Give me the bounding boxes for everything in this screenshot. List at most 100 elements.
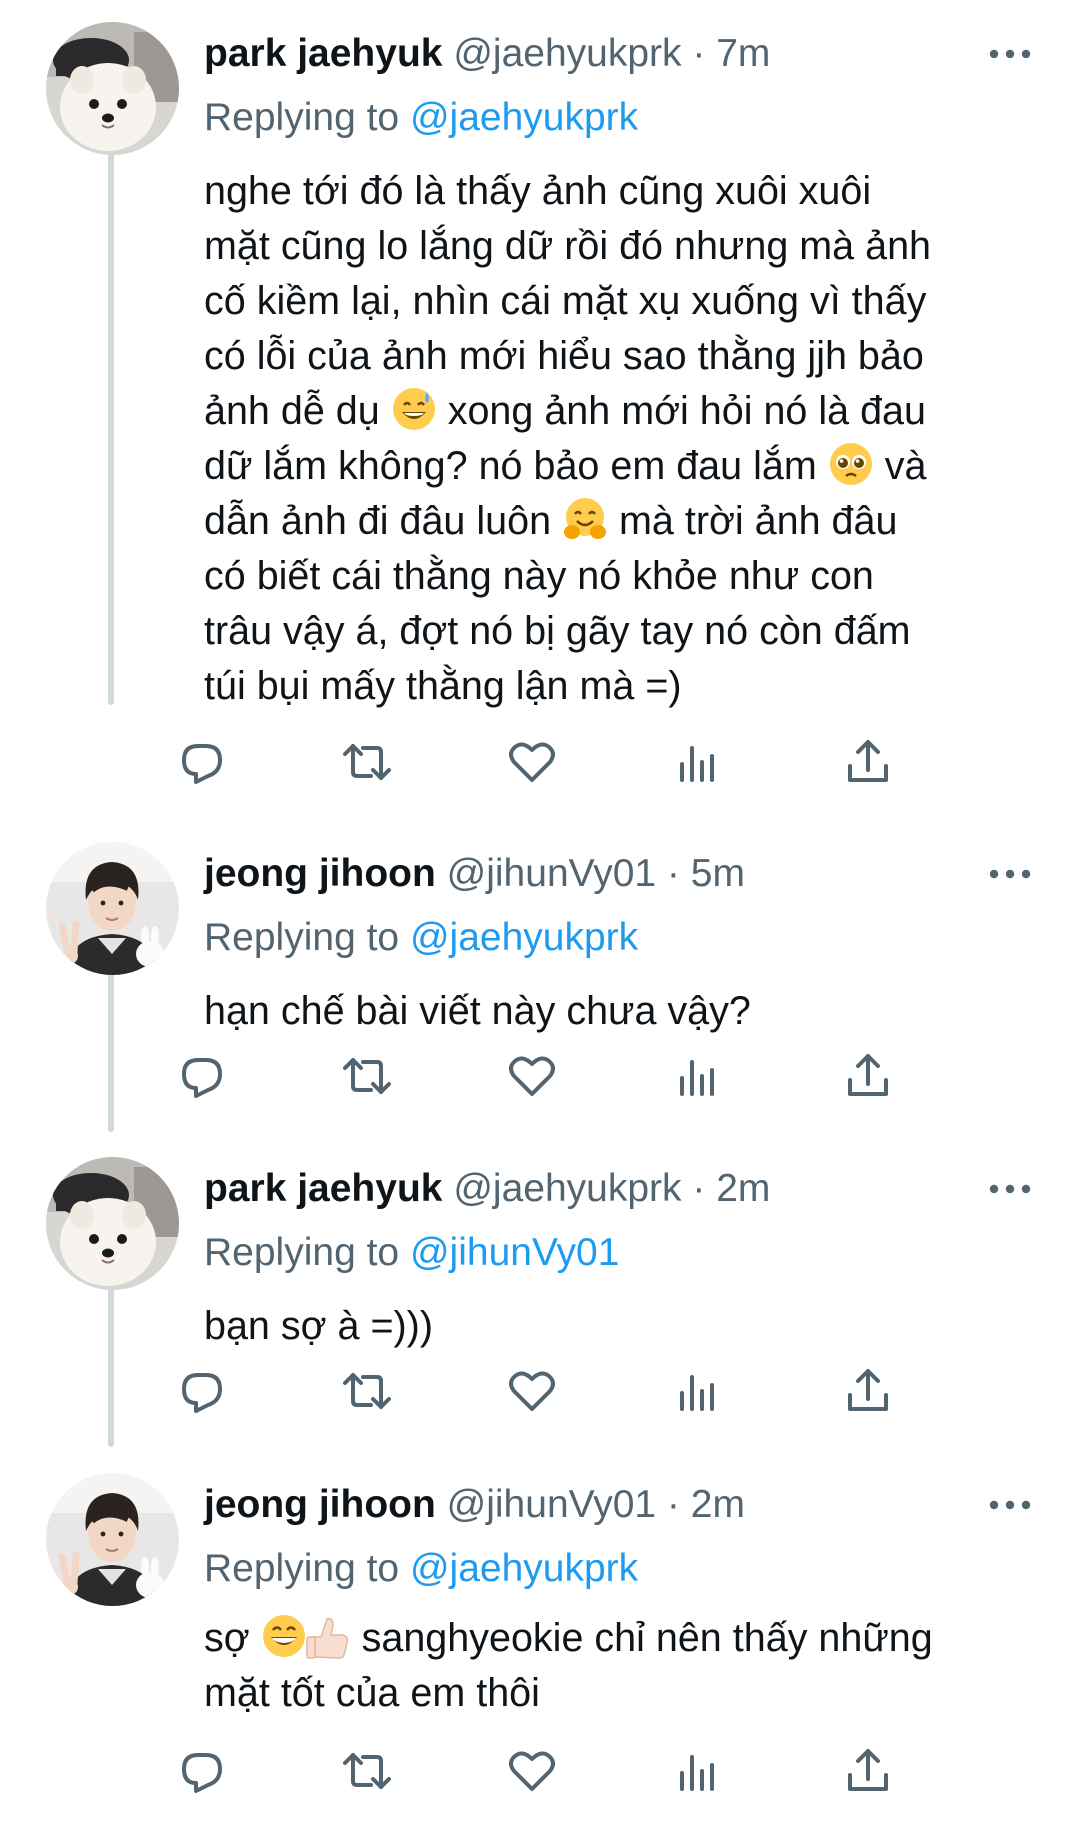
tweet-text-line: sợ sanghyeokie chỉ nên thấy những [204,1611,1064,1666]
avatar-pomeranian[interactable] [46,22,179,155]
replying-to-label: Replying to [204,96,400,139]
retweet-icon[interactable] [339,1048,395,1104]
timestamp[interactable]: 2m [691,1483,745,1526]
tweet-text-line: có lỗi của ảnh mới hiểu sao thằng jjh bả… [204,334,924,378]
like-icon[interactable] [504,1743,560,1799]
avatar-pomeranian[interactable] [46,1157,179,1290]
tweet-text-line: có biết cái thằng này nó khỏe như con [204,554,874,598]
more-options-icon[interactable] [985,1177,1035,1201]
separator-dot: · [692,32,706,75]
share-icon[interactable] [840,1048,896,1104]
reply-icon[interactable] [174,1363,230,1419]
replying-to: Replying to @jaehyukprk [204,90,638,146]
text-segment: ảnh dễ dụ [204,389,380,433]
replying-to-mention[interactable]: @jaehyukprk [410,96,638,139]
timestamp[interactable]: 5m [691,852,745,895]
text-segment: dữ lắm không? nó bảo em đau lắm [204,444,817,488]
tweet-header: park jaehyuk @jaehyukprk · 7m [204,26,1004,82]
replying-to-label: Replying to [204,1231,400,1274]
tweet-text-line: mặt tốt của em thôi [204,1671,540,1715]
tweet-text: sợ sanghyeokie chỉ nên thấy những mặt tố… [204,1611,1064,1721]
replying-to-mention[interactable]: @jaehyukprk [410,916,638,959]
tweet-header: jeong jihoon @jihunVy01 · 5m [204,846,1004,902]
reply-icon[interactable] [174,1743,230,1799]
replying-to: Replying to @jaehyukprk [204,910,638,966]
tweet-header: jeong jihoon @jihunVy01 · 2m [204,1477,1004,1533]
text-segment: mà trời ảnh đâu [619,499,898,543]
retweet-icon[interactable] [339,734,395,790]
like-icon[interactable] [504,734,560,790]
timestamp[interactable]: 2m [716,1167,770,1210]
author-name[interactable]: jeong jihoon [204,1483,436,1526]
tweet-text-line: túi bụi mấy thằng lận mà =) [204,664,682,708]
replying-to-mention[interactable]: @jihunVy01 [410,1231,619,1274]
views-icon[interactable] [670,1743,726,1799]
tweet-header: park jaehyuk @jaehyukprk · 2m [204,1161,1004,1217]
tweet-text-line: nghe tới đó là thấy ảnh cũng xuôi xuôi [204,169,872,213]
grinning-thumbs-up-emoji [261,1613,351,1659]
tweet-text-line: dữ lắm không? nó bảo em đau lắm và [204,439,1064,494]
separator-dot: · [692,1167,706,1210]
text-segment: và [884,444,927,488]
author-name[interactable]: jeong jihoon [204,852,436,895]
retweet-icon[interactable] [339,1743,395,1799]
separator-dot: · [666,852,680,895]
tweet-text-line: bạn sợ à =))) [204,1304,433,1348]
tweet-text-line: ảnh dễ dụ xong ảnh mới hỏi nó là đau [204,384,1064,439]
text-segment: xong ảnh mới hỏi nó là đau [447,389,926,433]
avatar-person[interactable] [46,842,179,975]
tweet-4[interactable]: jeong jihoon @jihunVy01 · 2m Replying to… [0,1451,1079,1822]
author-handle[interactable]: @jihunVy01 [447,852,656,895]
tweet-actions [182,1363,1064,1419]
author-handle[interactable]: @jaehyukprk [453,1167,681,1210]
timestamp[interactable]: 7m [716,32,770,75]
avatar-person[interactable] [46,1473,179,1606]
replying-to: Replying to @jaehyukprk [204,1541,638,1597]
tweet-text: hạn chế bài viết này chưa vậy? [204,984,1064,1039]
text-segment: sợ [204,1616,250,1660]
thread-line [108,1287,114,1447]
share-icon[interactable] [840,1743,896,1799]
replying-to-label: Replying to [204,916,400,959]
tweet-text: nghe tới đó là thấy ảnh cũng xuôi xuôi m… [204,164,1064,714]
tweet-text-line: hạn chế bài viết này chưa vậy? [204,989,751,1033]
views-icon[interactable] [670,1363,726,1419]
tweet-2[interactable]: jeong jihoon @jihunVy01 · 5m Replying to… [0,820,1079,1132]
like-icon[interactable] [504,1363,560,1419]
reply-icon[interactable] [174,1048,230,1104]
tweet-3[interactable]: park jaehyuk @jaehyukprk · 2m Replying t… [0,1135,1079,1447]
author-name[interactable]: park jaehyuk [204,32,442,75]
author-name[interactable]: park jaehyuk [204,1167,442,1210]
more-options-icon[interactable] [985,1493,1035,1517]
author-handle[interactable]: @jaehyukprk [453,32,681,75]
replying-to: Replying to @jihunVy01 [204,1225,619,1281]
replying-to-label: Replying to [204,1547,400,1590]
views-icon[interactable] [670,734,726,790]
tweet-1[interactable]: park jaehyuk @jaehyukprk · 7m Replying t… [0,0,1079,784]
share-icon[interactable] [840,1363,896,1419]
tweet-text-line: cố kiềm lại, nhìn cái mặt xụ xuống vì th… [204,279,927,323]
separator-dot: · [666,1483,680,1526]
replying-to-mention[interactable]: @jaehyukprk [410,1547,638,1590]
tweet-actions [182,1048,1064,1104]
tweet-text-line: dẫn ảnh đi đâu luôn mà trời ảnh đâu [204,494,1064,549]
thread-line [108,145,114,705]
like-icon[interactable] [504,1048,560,1104]
tweet-text-line: trâu vậy á, đợt nó bị gãy tay nó còn đấm [204,609,911,653]
share-icon[interactable] [840,734,896,790]
more-options-icon[interactable] [985,42,1035,66]
text-segment: dẫn ảnh đi đâu luôn [204,499,552,543]
tweet-actions [182,734,1064,790]
pleading-face-emoji [828,441,874,487]
tweet-text-line: mặt cũng lo lắng dữ rồi đó nhưng mà ảnh [204,224,932,268]
hugging-face-emoji [562,496,608,542]
tweet-actions [182,1743,1064,1799]
retweet-icon[interactable] [339,1363,395,1419]
tweet-text: bạn sợ à =))) [204,1299,1064,1354]
thread-line [108,972,114,1132]
text-segment: sanghyeokie chỉ nên thấy những [361,1616,933,1660]
author-handle[interactable]: @jihunVy01 [447,1483,656,1526]
views-icon[interactable] [670,1048,726,1104]
more-options-icon[interactable] [985,862,1035,886]
reply-icon[interactable] [174,734,230,790]
